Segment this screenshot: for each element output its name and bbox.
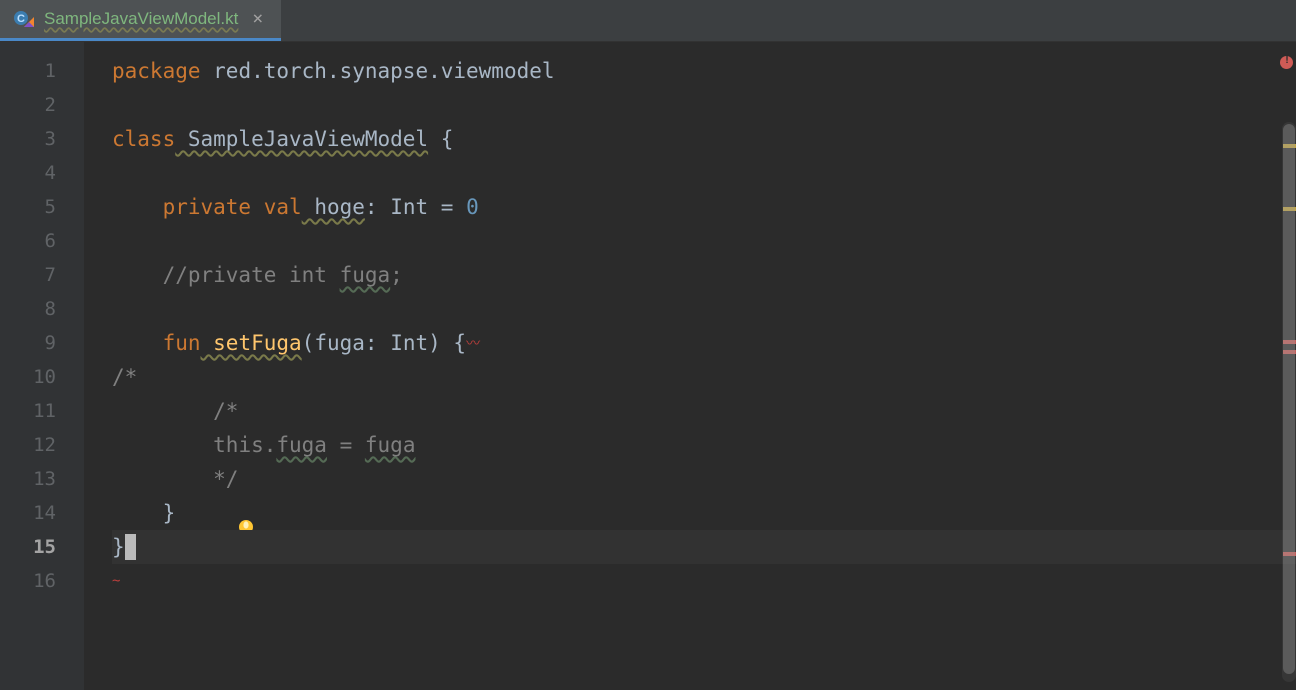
code-line[interactable] [112,88,1296,122]
error-indicator-icon[interactable] [1280,56,1293,69]
line-number[interactable]: 10 [0,360,84,394]
code-line[interactable]: */ [112,462,1296,496]
gutter: 1 2 3 4 5 6 7 8 9 10 11 12 13 14 15 16 [0,42,84,690]
line-number[interactable]: 8 [0,292,84,326]
error-marker-icon: ~ [112,573,120,589]
file-tab[interactable]: C SampleJavaViewModel.kt × [0,0,281,41]
line-number[interactable]: 15 [0,530,84,564]
error-stripe[interactable] [1278,42,1296,690]
code-line[interactable]: ~ [112,564,1296,598]
line-number[interactable]: 9 [0,326,84,360]
line-number[interactable]: 2 [0,88,84,122]
tab-bar: C SampleJavaViewModel.kt × [0,0,1296,42]
error-marker-icon: 〰 [466,333,480,353]
code-line[interactable] [112,292,1296,326]
line-number[interactable]: 7 [0,258,84,292]
caret [125,534,136,560]
code-line[interactable]: /* [112,360,1296,394]
line-number[interactable]: 12 [0,428,84,462]
kotlin-file-icon: C [14,9,34,29]
code-line[interactable]: package red.torch.synapse.viewmodel [112,54,1296,88]
line-number[interactable]: 4 [0,156,84,190]
gutter-divider [84,42,112,690]
line-number[interactable]: 6 [0,224,84,258]
close-icon[interactable]: × [248,8,267,30]
line-number[interactable]: 11 [0,394,84,428]
tab-title: SampleJavaViewModel.kt [44,9,238,29]
code-line[interactable]: /* [112,394,1296,428]
code-line[interactable]: //private int fuga; [112,258,1296,292]
code-line[interactable]: private val hoge: Int = 0 [112,190,1296,224]
line-number[interactable]: 14 [0,496,84,530]
line-number[interactable]: 5 [0,190,84,224]
code-line[interactable]: fun setFuga(fuga: Int) {〰 [112,326,1296,360]
code-line[interactable]: class SampleJavaViewModel { [112,122,1296,156]
svg-text:C: C [17,13,25,25]
line-number[interactable]: 3 [0,122,84,156]
code-area[interactable]: package red.torch.synapse.viewmodel clas… [112,42,1296,690]
code-line[interactable]: } [112,530,1296,564]
line-number[interactable]: 13 [0,462,84,496]
scrollbar-thumb[interactable] [1283,124,1295,674]
code-line[interactable] [112,224,1296,258]
code-line[interactable] [112,156,1296,190]
code-line[interactable]: } [112,496,1296,530]
line-number[interactable]: 1 [0,54,84,88]
code-line[interactable]: this.fuga = fuga [112,428,1296,462]
editor: 1 2 3 4 5 6 7 8 9 10 11 12 13 14 15 16 p… [0,42,1296,690]
line-number[interactable]: 16 [0,564,84,598]
